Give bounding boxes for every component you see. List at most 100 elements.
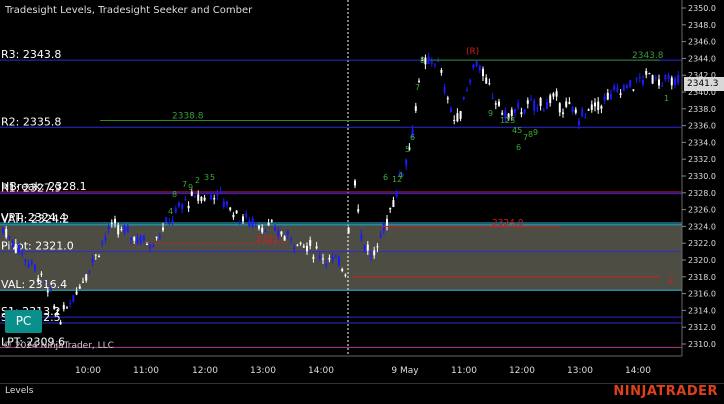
price-tick-label: 2326.0 xyxy=(688,206,716,215)
candle-body xyxy=(523,109,526,114)
candle-body xyxy=(232,214,235,218)
level-label: VAL: 2316.4 xyxy=(1,278,67,291)
seeker-count: 9 xyxy=(188,183,193,192)
candle-body xyxy=(587,109,590,111)
candle-body xyxy=(158,236,161,238)
time-tick-label: 11:00 xyxy=(451,366,477,376)
candle-body xyxy=(136,237,139,243)
candle-body xyxy=(123,226,126,233)
annotation-text: 2338.8 xyxy=(172,112,204,122)
candle-body xyxy=(357,209,360,212)
candle-body xyxy=(219,191,222,194)
candle-body xyxy=(184,199,187,201)
level-label: R2: 2335.8 xyxy=(1,115,61,128)
candle-body xyxy=(283,236,286,241)
candle-body xyxy=(146,243,148,246)
candle-body xyxy=(299,242,302,244)
seeker-count: 8 xyxy=(420,56,425,65)
candle-body xyxy=(280,231,283,235)
candle-body xyxy=(610,93,612,100)
candle-body xyxy=(69,303,72,305)
seeker-count: 1 xyxy=(664,94,669,103)
candle-body xyxy=(670,77,673,86)
candle-body xyxy=(181,204,184,209)
candle-body xyxy=(440,69,443,73)
candle-body xyxy=(562,112,564,114)
candle-body xyxy=(114,218,116,224)
candle-body xyxy=(286,230,289,235)
candle-body xyxy=(370,255,372,257)
time-tick-label: 13:00 xyxy=(250,366,276,376)
tab-levels[interactable]: Levels xyxy=(5,386,33,396)
seeker-count: 6 xyxy=(383,173,388,182)
candle-body xyxy=(98,255,100,258)
candle-body xyxy=(555,91,558,97)
candle-body xyxy=(594,102,596,107)
candle-body xyxy=(654,77,657,79)
price-tick-label: 2314.0 xyxy=(688,306,716,315)
candle-body xyxy=(82,281,84,283)
candle-body xyxy=(456,113,459,122)
candle-body xyxy=(24,259,27,262)
candle-body xyxy=(664,74,667,80)
price-chart[interactable]: R3: 2343.8R2: 2335.8HBreak: 2328.1R1: 23… xyxy=(0,0,724,383)
candle-body xyxy=(27,264,30,267)
price-tick-label: 2312.0 xyxy=(688,323,716,332)
chart-title: Tradesight Levels, Tradesight Seeker and… xyxy=(5,5,253,16)
candle-body xyxy=(344,274,347,276)
candle-body xyxy=(322,258,324,260)
candle-body xyxy=(571,106,574,112)
candle-body xyxy=(475,61,478,66)
pc-button[interactable]: PC xyxy=(5,310,42,333)
candle-body xyxy=(21,253,24,255)
candle-body xyxy=(325,264,328,266)
candle-body xyxy=(2,228,4,233)
level-label: R1: 2327.9 xyxy=(1,182,61,195)
candle-body xyxy=(229,207,232,210)
candle-body xyxy=(616,87,619,92)
candle-body xyxy=(302,246,305,248)
candle-body xyxy=(107,226,110,230)
candle-body xyxy=(5,229,8,238)
annotation-text: 2 xyxy=(668,276,674,286)
candle-body xyxy=(395,191,398,197)
candle-body xyxy=(50,288,52,290)
seeker-count: 45 xyxy=(512,126,522,135)
candle-body xyxy=(366,244,369,251)
candle-body xyxy=(453,119,456,121)
seeker-count: 9 xyxy=(533,128,538,137)
candle-body xyxy=(318,255,321,260)
candle-body xyxy=(315,246,318,249)
candle-body xyxy=(549,95,552,104)
price-tick-label: 2346.0 xyxy=(688,38,716,47)
candle-body xyxy=(405,159,408,166)
candle-body xyxy=(293,247,296,249)
candle-body xyxy=(171,220,174,223)
price-tick-label: 2310.0 xyxy=(688,340,716,349)
candle-body xyxy=(312,256,315,259)
candle-body xyxy=(110,222,113,224)
candle-body xyxy=(574,109,577,113)
candle-body xyxy=(104,237,107,241)
time-tick-label: 14:00 xyxy=(308,366,334,376)
candle-body xyxy=(190,191,193,196)
candle-body xyxy=(520,112,523,115)
seeker-count: 7 xyxy=(182,180,187,189)
price-tick-label: 2338.0 xyxy=(688,105,716,114)
candle-body xyxy=(578,120,580,125)
candle-body xyxy=(126,226,129,232)
candle-body xyxy=(626,85,628,89)
candle-body xyxy=(389,207,392,210)
candle-body xyxy=(360,234,363,240)
seeker-count: 5 xyxy=(405,145,410,154)
price-tick-label: 2324.0 xyxy=(688,222,716,231)
candle-body xyxy=(645,70,648,75)
time-tick-label: 13:00 xyxy=(567,366,593,376)
candle-body xyxy=(139,236,142,244)
price-tick-label: 2330.0 xyxy=(688,172,716,181)
candle-body xyxy=(622,85,625,91)
candle-body xyxy=(542,110,545,112)
candle-body xyxy=(85,274,88,281)
candle-body xyxy=(248,220,251,226)
time-tick-label: 10:00 xyxy=(75,366,101,376)
